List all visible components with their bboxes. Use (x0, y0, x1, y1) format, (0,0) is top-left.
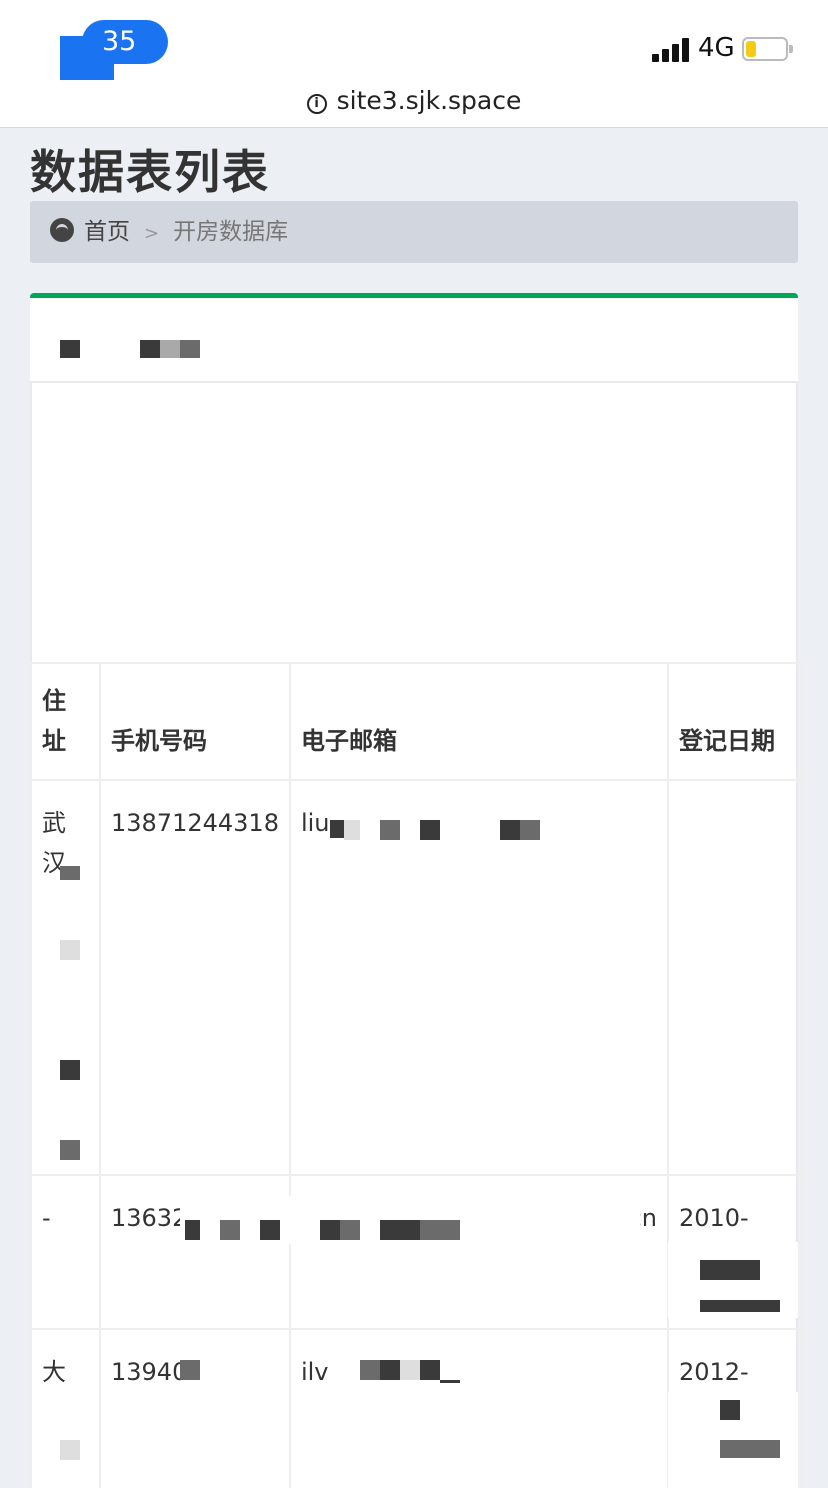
cell-email: ilv (288, 1328, 669, 1488)
cell-phone: 13940 (99, 1328, 291, 1488)
column-header-phone[interactable]: 手机号码 (99, 662, 291, 781)
badge-count: 35 (82, 20, 168, 64)
notification-badge: 35 (60, 20, 170, 80)
column-header-date[interactable]: 登记日期 (666, 662, 803, 781)
cell-date (666, 779, 803, 1176)
battery-icon (742, 37, 793, 61)
signal-icon (652, 38, 690, 62)
info-icon[interactable]: i (306, 94, 327, 114)
browser-top-bar: 35 4G i site3.sjk.space (0, 0, 828, 128)
breadcrumb-separator: > (144, 223, 160, 244)
dashboard-icon (50, 218, 74, 242)
box-header (30, 293, 798, 381)
breadcrumb-home[interactable]: 首页 (84, 219, 130, 245)
column-header-address[interactable]: 住址 (30, 662, 101, 781)
cell-phone: 13871244318 (99, 779, 291, 1176)
network-type: 4G (698, 33, 735, 63)
page-title: 数据表列表 (30, 145, 270, 199)
url-text: site3.sjk.space (336, 86, 522, 115)
breadcrumb-current: 开房数据库 (173, 219, 289, 245)
table-header-row: 住址 手机号码 电子邮箱 登记日期 (30, 662, 803, 781)
address-bar[interactable]: i site3.sjk.space (0, 86, 828, 115)
cell-address: - (30, 1174, 101, 1330)
column-header-email[interactable]: 电子邮箱 (288, 662, 669, 781)
breadcrumb: 首页 > 开房数据库 (30, 201, 798, 263)
